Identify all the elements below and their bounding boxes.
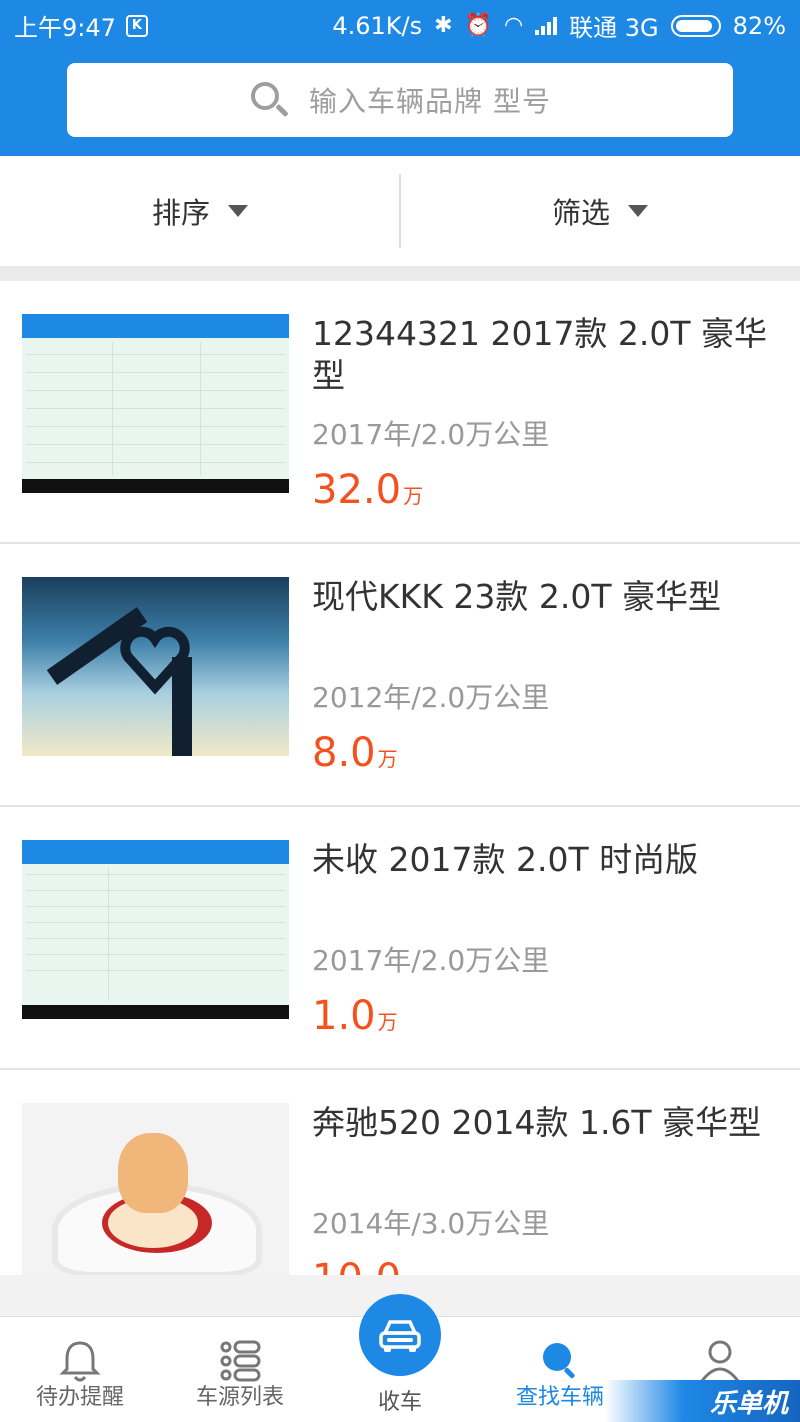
- vehicle-meta: 2017年/2.0万公里: [312, 944, 550, 977]
- filter-label: 筛选: [551, 196, 610, 230]
- vehicle-card[interactable]: 未收 2017款 2.0T 时尚版 2017年/2.0万公里 1.0 万: [0, 807, 800, 1070]
- price-unit: 万: [377, 747, 398, 771]
- vehicle-card[interactable]: 奔驰520 2014款 1.6T 豪华型 2014年/3.0万公里 10.0万: [0, 1070, 800, 1275]
- network-speed: 4.61K/s: [332, 11, 423, 40]
- status-time: 上午9:47: [14, 14, 116, 42]
- tab-vehicle-list[interactable]: 车源列表: [160, 1317, 320, 1422]
- user-icon: [700, 1340, 740, 1382]
- search-placeholder: 输入车辆品牌 型号: [309, 85, 551, 118]
- vehicle-meta: 2012年/2.0万公里: [312, 681, 550, 714]
- battery-percent: 82%: [732, 11, 786, 40]
- collect-car-button[interactable]: [359, 1294, 441, 1376]
- tab-label: 待办提醒: [35, 1385, 124, 1410]
- price-unit: 万: [377, 1010, 398, 1034]
- carrier-label: 联通 3G: [569, 14, 659, 42]
- list-icon: [220, 1340, 261, 1382]
- divider: [399, 174, 401, 248]
- sort-label: 排序: [151, 196, 210, 230]
- vehicle-title: 未收 2017款 2.0T 时尚版: [312, 840, 699, 879]
- vehicle-title: 12344321 2017款 2.0T 豪华型: [312, 314, 768, 395]
- vehicle-thumbnail: [22, 314, 289, 493]
- price-value: 8.0: [312, 730, 376, 776]
- price-value: 32.0: [312, 467, 402, 513]
- vehicle-thumbnail: [22, 577, 289, 756]
- price-value: 10.0: [312, 1256, 401, 1275]
- vehicle-list: 12344321 2017款 2.0T 豪华型 2017年/2.0万公里 32.…: [0, 281, 800, 1275]
- alarm-icon: ⏰: [464, 13, 492, 38]
- search-icon: [543, 1343, 575, 1379]
- price-value: 1.0: [312, 993, 376, 1039]
- caret-down-icon: [628, 205, 648, 217]
- price-unit: 万: [403, 484, 424, 508]
- vehicle-price: 32.0 万: [312, 467, 423, 513]
- wifi-icon: ◠: [503, 13, 524, 38]
- sort-button[interactable]: 排序: [0, 156, 400, 266]
- caret-down-icon: [228, 205, 248, 217]
- vehicle-price: 8.0 万: [312, 730, 398, 776]
- vehicle-title: 现代KKK 23款 2.0T 豪华型: [312, 577, 722, 616]
- status-bar: 上午9:47 K 4.61K/s ✱ ⏰ ◠ 联通 3G 82%: [0, 0, 800, 46]
- vehicle-card[interactable]: 现代KKK 23款 2.0T 豪华型 2012年/2.0万公里 8.0 万: [0, 544, 800, 807]
- app-badge-icon: K: [125, 14, 148, 37]
- vehicle-title: 奔驰520 2014款 1.6T 豪华型: [312, 1103, 762, 1142]
- tab-label: 车源列表: [195, 1385, 284, 1410]
- vehicle-card[interactable]: 12344321 2017款 2.0T 豪华型 2017年/2.0万公里 32.…: [0, 281, 800, 544]
- search-input[interactable]: 输入车辆品牌 型号: [67, 63, 733, 137]
- battery-icon: [670, 14, 721, 37]
- car-icon: [379, 1320, 421, 1352]
- price-unit: 万: [403, 1273, 423, 1275]
- vehicle-meta: 2017年/2.0万公里: [312, 418, 550, 451]
- watermark: 乐单机: [605, 1380, 800, 1422]
- vehicle-price: 1.0 万: [312, 993, 398, 1039]
- filter-bar: 排序 筛选: [0, 156, 800, 266]
- separator: [0, 266, 800, 281]
- vehicle-price: 10.0万: [312, 1256, 423, 1275]
- bell-icon: [59, 1341, 101, 1382]
- search-icon: [249, 80, 289, 120]
- signal-icon: [535, 16, 558, 35]
- vehicle-thumbnail: [22, 1103, 289, 1275]
- vehicle-thumbnail: [22, 840, 289, 1019]
- tab-reminders[interactable]: 待办提醒: [0, 1317, 160, 1422]
- vehicle-meta: 2014年/3.0万公里: [312, 1207, 550, 1240]
- bluetooth-icon: ✱: [434, 13, 453, 38]
- collect-car-label: 收车: [377, 1390, 422, 1415]
- filter-button[interactable]: 筛选: [400, 156, 800, 266]
